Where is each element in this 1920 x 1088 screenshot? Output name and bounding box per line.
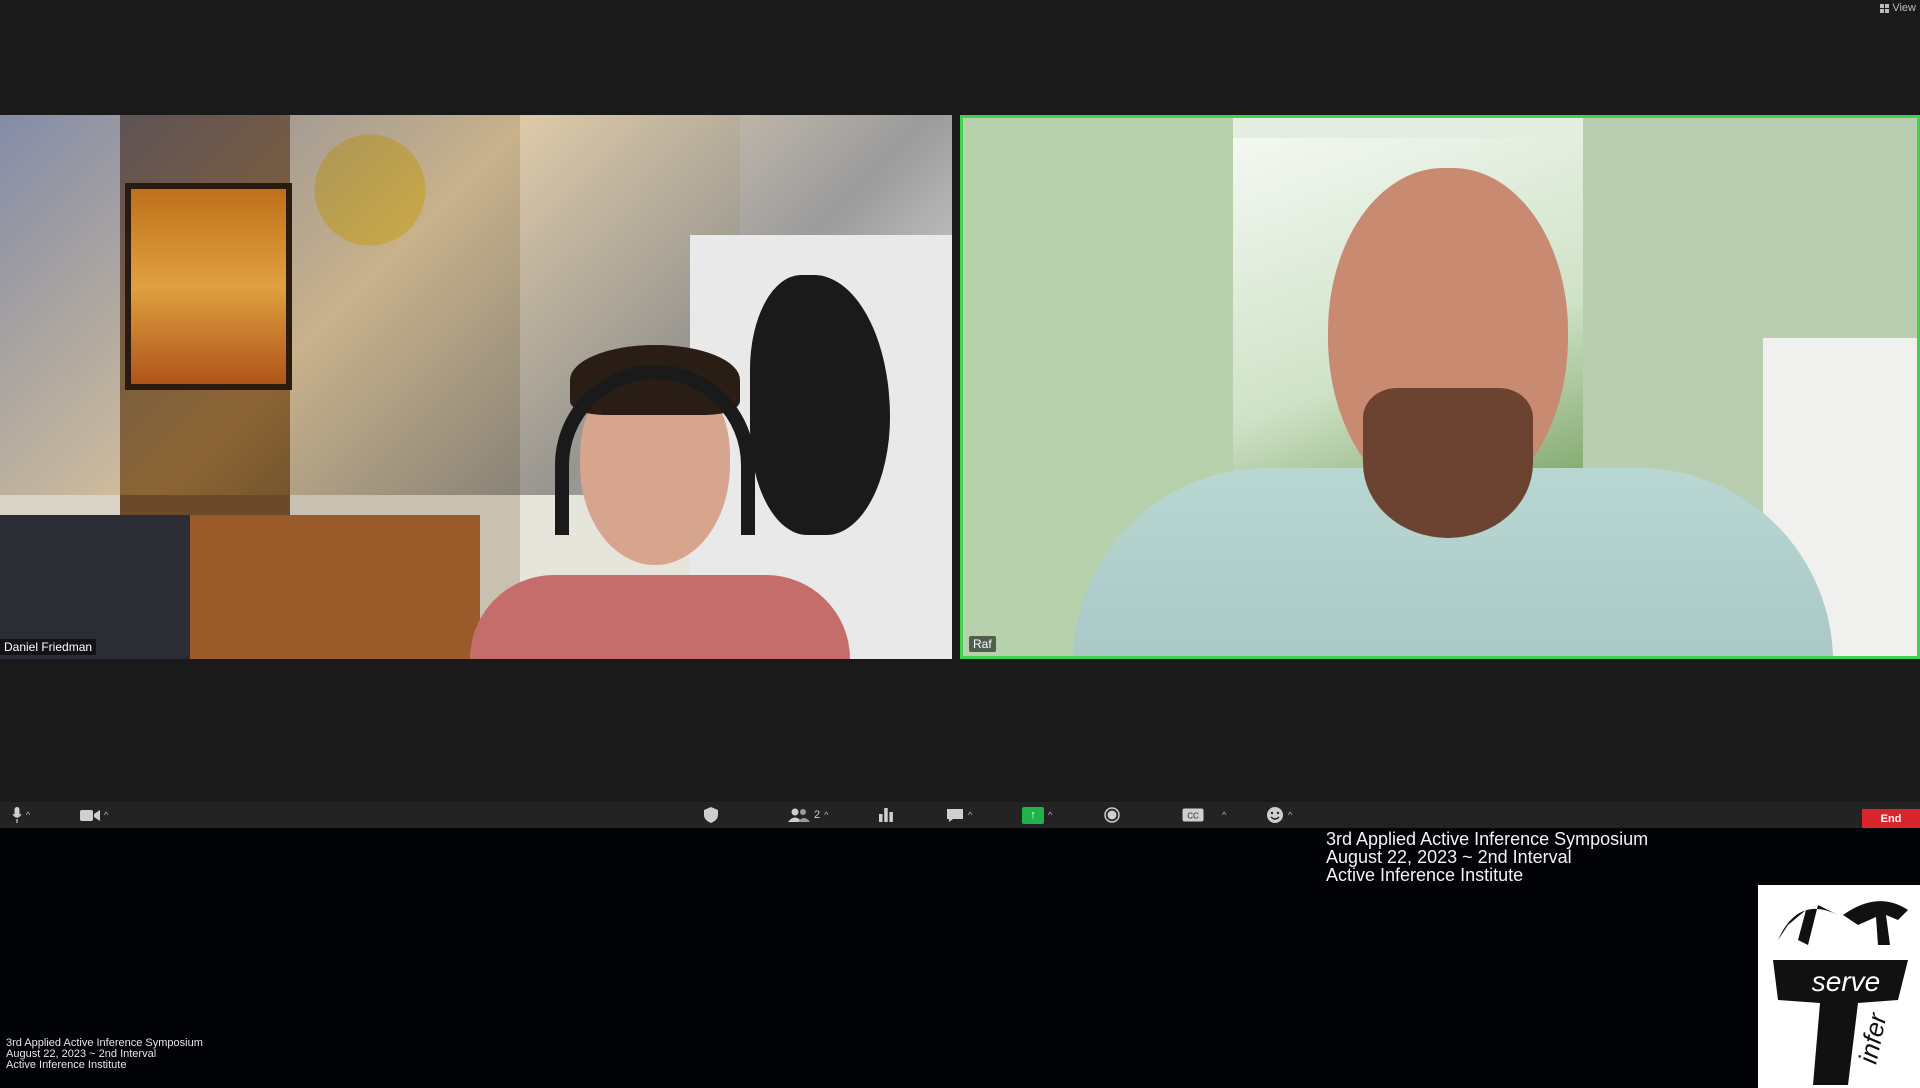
- chevron-up-icon[interactable]: ^: [1288, 810, 1292, 820]
- participants-icon: [788, 808, 810, 822]
- reactions-button[interactable]: ^: [1266, 802, 1292, 828]
- event-caption-small: 3rd Applied Active Inference Symposium A…: [6, 1038, 203, 1071]
- participant-name-tag: Raf: [969, 636, 996, 652]
- event-organizer: Active Inference Institute: [1326, 865, 1524, 885]
- event-organizer-small: Active Inference Institute: [6, 1059, 127, 1071]
- chevron-up-icon[interactable]: ^: [968, 810, 972, 820]
- stream-frame: View Daniel Friedman Raf ^ ^ 2 ^ ^ ↑ ^ C…: [0, 0, 1920, 1088]
- view-button[interactable]: View: [1880, 2, 1916, 14]
- chevron-up-icon[interactable]: ^: [1222, 810, 1226, 820]
- video-tile-raf-active-speaker[interactable]: Raf: [960, 115, 1920, 659]
- event-title-block: 3rd Applied Active Inference Symposium A…: [1326, 830, 1648, 884]
- participant-video-raf: [1073, 128, 1833, 656]
- share-screen-icon: ↑: [1022, 806, 1044, 824]
- svg-text:CC: CC: [1187, 812, 1199, 821]
- mute-button[interactable]: ^: [12, 802, 30, 828]
- chat-button[interactable]: ^: [946, 802, 972, 828]
- captions-button[interactable]: CC ^: [1182, 802, 1226, 828]
- smiley-icon: [1267, 807, 1283, 823]
- chevron-up-icon[interactable]: ^: [104, 810, 108, 820]
- closed-captions-icon: CC: [1182, 808, 1204, 822]
- participants-button[interactable]: 2 ^: [788, 802, 828, 828]
- chat-bubble-icon: [947, 808, 963, 822]
- person-beard: [1363, 388, 1533, 538]
- end-meeting-button[interactable]: End: [1862, 809, 1920, 828]
- chevron-up-icon[interactable]: ^: [824, 810, 828, 820]
- video-button[interactable]: ^: [80, 802, 108, 828]
- grid-view-icon: [1880, 3, 1890, 13]
- zoom-meeting-window: View Daniel Friedman Raf ^ ^ 2 ^ ^ ↑ ^ C…: [0, 0, 1920, 828]
- view-button-label: View: [1892, 2, 1916, 14]
- event-date: August 22, 2023 ~ 2nd Interval: [1326, 847, 1572, 867]
- logo-word-act: act: [1776, 1032, 1814, 1076]
- background-desk: [190, 515, 480, 659]
- background-cloth: [0, 515, 200, 659]
- record-icon: [1104, 807, 1120, 823]
- microphone-icon: [12, 807, 22, 823]
- person-shirt: [470, 575, 850, 659]
- stream-overlay-area: 3rd Applied Active Inference Symposium A…: [0, 828, 1920, 1088]
- participant-name-tag: Daniel Friedman: [0, 639, 97, 655]
- polls-button[interactable]: [878, 802, 894, 828]
- video-tile-daniel-friedman[interactable]: Daniel Friedman: [0, 115, 952, 659]
- event-title: 3rd Applied Active Inference Symposium: [1326, 829, 1649, 849]
- participant-video-daniel: [470, 345, 850, 659]
- logo-word-serve: serve: [1812, 966, 1880, 997]
- background-painting: [125, 183, 292, 390]
- share-screen-button[interactable]: ↑ ^: [1022, 802, 1052, 828]
- meeting-toolbar: ^ ^ 2 ^ ^ ↑ ^ CC ^ ^ End: [0, 802, 1920, 828]
- shield-icon: [704, 807, 718, 823]
- chevron-up-icon[interactable]: ^: [1048, 810, 1052, 820]
- security-button[interactable]: [704, 802, 718, 828]
- participants-count: 2: [814, 809, 821, 821]
- record-button[interactable]: [1104, 802, 1120, 828]
- active-inference-institute-logo: serve act infer: [1758, 885, 1920, 1088]
- logo-word-infer: infer: [1853, 1009, 1893, 1066]
- bar-chart-icon: [879, 808, 893, 822]
- chevron-up-icon[interactable]: ^: [26, 810, 30, 820]
- video-camera-icon: [80, 809, 100, 821]
